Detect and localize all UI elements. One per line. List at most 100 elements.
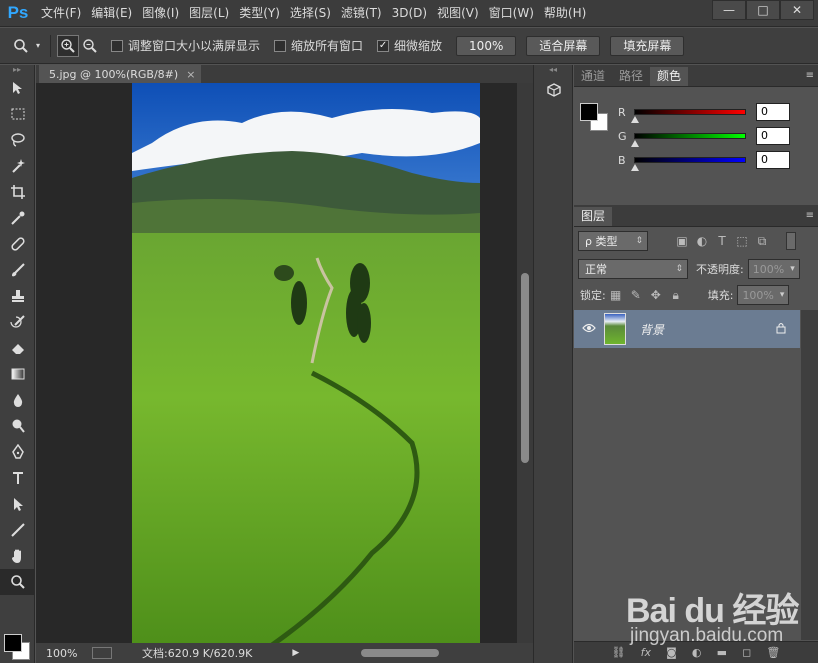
foreground-color-swatch[interactable] [4, 634, 22, 652]
lock-pixels-icon[interactable]: ✎ [626, 285, 646, 305]
menu-layer[interactable]: 图层(L) [184, 0, 234, 27]
menu-edit[interactable]: 编辑(E) [86, 0, 137, 27]
zoom-out-icon[interactable] [79, 35, 101, 57]
filter-shape-icon[interactable]: ⬚ [732, 231, 752, 251]
zoom-all-checkbox[interactable] [274, 39, 287, 52]
vertical-scroll-thumb[interactable] [521, 273, 529, 463]
slider-b-thumb[interactable] [631, 164, 639, 171]
zoom-tool-preset-icon[interactable] [10, 35, 32, 57]
crop-tool-icon[interactable] [0, 179, 35, 205]
document-tab[interactable]: 5.jpg @ 100%(RGB/8#) × [39, 65, 202, 83]
filter-toggle-switch[interactable] [786, 232, 796, 250]
dodge-tool-icon[interactable] [0, 413, 35, 439]
clone-stamp-tool-icon[interactable] [0, 283, 35, 309]
close-button[interactable]: ✕ [780, 0, 814, 20]
actual-pixels-button[interactable]: 100% [456, 35, 517, 56]
magic-wand-tool-icon[interactable] [0, 153, 35, 179]
slider-b-value[interactable]: 0 [756, 151, 790, 169]
healing-brush-tool-icon[interactable] [0, 231, 35, 257]
fx-icon[interactable]: fx [641, 646, 651, 659]
opacity-field[interactable]: 100% ▾ [747, 259, 800, 279]
blend-mode-dropdown[interactable]: 正常 ⇕ [578, 259, 688, 279]
tab-layers[interactable]: 图层 [574, 207, 613, 226]
pen-tool-icon[interactable] [0, 439, 35, 465]
adjustment-layer-icon[interactable]: ◐ [692, 646, 702, 659]
maximize-button[interactable]: □ [746, 0, 780, 20]
slider-r-value[interactable]: 0 [756, 103, 790, 121]
history-brush-tool-icon[interactable] [0, 309, 35, 335]
layers-panel-menu-icon[interactable]: ≡ [806, 210, 814, 221]
path-selection-tool-icon[interactable] [0, 491, 35, 517]
zoom-in-icon[interactable] [57, 34, 79, 57]
slider-g-track[interactable] [631, 133, 746, 147]
layer-row-background[interactable]: 背景 [574, 310, 800, 348]
vertical-scrollbar[interactable] [517, 83, 533, 645]
line-tool-icon[interactable] [0, 517, 35, 543]
zoom-tool-icon[interactable] [0, 569, 35, 595]
canvas-area[interactable] [36, 83, 517, 645]
marquee-tool-icon[interactable] [0, 101, 35, 127]
menu-file[interactable]: 文件(F) [36, 0, 86, 27]
tab-channels[interactable]: 通道 [574, 67, 612, 86]
slider-r-thumb[interactable] [631, 116, 639, 123]
color-panel-fg-swatch[interactable] [580, 103, 598, 121]
resize-windows-checkbox[interactable] [111, 39, 123, 52]
eyedropper-tool-icon[interactable] [0, 205, 35, 231]
eye-icon[interactable] [582, 322, 596, 336]
scrubby-zoom-option[interactable]: ✓ 细微缩放 [377, 37, 442, 54]
link-layers-icon[interactable]: ⛓︎ [612, 646, 626, 659]
zoom-all-option[interactable]: 缩放所有窗口 [274, 37, 363, 54]
tab-color[interactable]: 颜色 [650, 67, 689, 86]
blur-tool-icon[interactable] [0, 387, 35, 413]
close-document-icon[interactable]: × [186, 68, 195, 81]
new-layer-icon[interactable]: ◻ [742, 646, 751, 659]
lasso-tool-icon[interactable] [0, 127, 35, 153]
dock-grip[interactable]: ◂◂ [534, 65, 572, 75]
hand-tool-icon[interactable] [0, 543, 35, 569]
menu-select[interactable]: 选择(S) [285, 0, 336, 27]
lock-position-icon[interactable]: ✥ [646, 285, 666, 305]
slider-g-thumb[interactable] [631, 140, 639, 147]
slider-g-value[interactable]: 0 [756, 127, 790, 145]
slider-b-track[interactable] [631, 157, 746, 171]
color-swatches[interactable] [4, 634, 30, 660]
zoom-level[interactable]: 100% [46, 647, 86, 660]
menu-3d[interactable]: 3D(D) [387, 0, 432, 27]
move-tool-icon[interactable] [0, 75, 35, 101]
filter-smart-object-icon[interactable]: ⧉ [752, 231, 772, 251]
tab-paths[interactable]: 路径 [612, 67, 650, 86]
layer-name[interactable]: 背景 [640, 321, 664, 338]
menu-help[interactable]: 帮助(H) [539, 0, 591, 27]
gradient-tool-icon[interactable] [0, 361, 35, 387]
fit-screen-button[interactable]: 适合屏幕 [526, 35, 601, 56]
3d-panel-icon[interactable] [534, 75, 574, 105]
filter-type-icon[interactable]: T [712, 231, 732, 251]
layers-scrollbar[interactable] [801, 310, 818, 640]
menu-type[interactable]: 类型(Y) [234, 0, 285, 27]
toolbar-collapse-grip[interactable]: ▸▸ [0, 65, 34, 75]
filter-adjustment-icon[interactable]: ◐ [692, 231, 712, 251]
status-menu-arrow-icon[interactable]: ▶ [292, 648, 299, 658]
trash-icon[interactable]: 🗑︎ [766, 646, 780, 659]
horizontal-scroll-thumb[interactable] [361, 649, 439, 657]
resize-windows-option[interactable]: 调整窗口大小以满屏显示 [111, 37, 260, 54]
menu-filter[interactable]: 滤镜(T) [336, 0, 387, 27]
minimize-button[interactable]: — [712, 0, 746, 20]
slider-r-track[interactable] [631, 109, 746, 123]
scrubby-zoom-checkbox[interactable]: ✓ [377, 39, 390, 52]
fill-field[interactable]: 100% ▾ [737, 285, 790, 305]
group-folder-icon[interactable]: ▬ [717, 646, 727, 659]
layer-filter-dropdown[interactable]: ρ 类型 ⇕ [578, 231, 648, 251]
add-mask-icon[interactable]: ◙ [666, 646, 677, 659]
type-tool-icon[interactable] [0, 465, 35, 491]
menu-view[interactable]: 视图(V) [432, 0, 484, 27]
fill-screen-button[interactable]: 填充屏幕 [610, 35, 685, 56]
menu-image[interactable]: 图像(I) [137, 0, 184, 27]
brush-tool-icon[interactable] [0, 257, 35, 283]
color-panel-swatches[interactable] [580, 103, 610, 133]
lock-transparent-icon[interactable]: ▦ [606, 285, 626, 305]
lock-all-icon[interactable]: 🔒︎ [666, 285, 686, 305]
menu-window[interactable]: 窗口(W) [484, 0, 539, 27]
eraser-tool-icon[interactable] [0, 335, 35, 361]
filter-pixel-icon[interactable]: ▣ [672, 231, 692, 251]
